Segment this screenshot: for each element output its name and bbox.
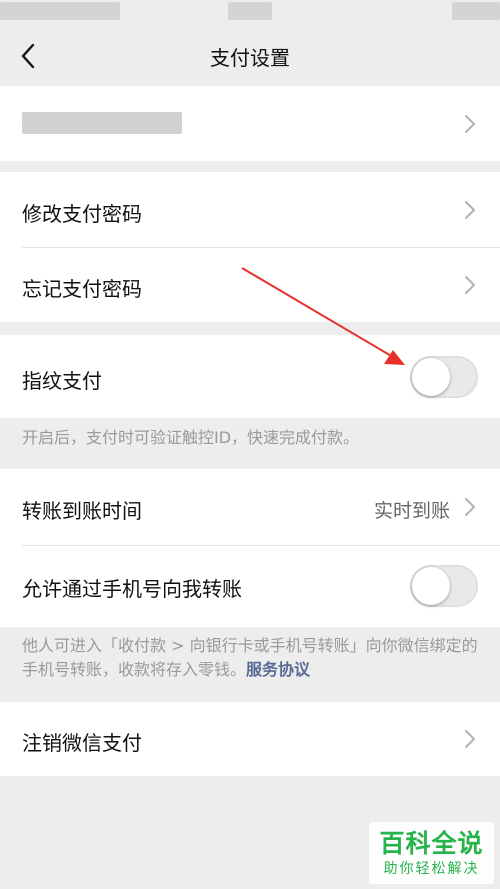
chevron-right-icon bbox=[465, 276, 475, 294]
watermark-title: 百科全说 bbox=[379, 829, 484, 858]
status-bar bbox=[0, 0, 500, 28]
phone-transfer-label: 允许通过手机号向我转账 bbox=[22, 577, 242, 601]
chevron-right-icon bbox=[465, 498, 475, 516]
page-title: 支付设置 bbox=[210, 46, 290, 70]
cancel-wechat-pay-cell[interactable]: 注销微信支付 bbox=[0, 702, 500, 776]
phone-transfer-cell: 允许通过手机号向我转账 bbox=[0, 546, 500, 627]
transfer-group: 转账到账时间 实时到账 允许通过手机号向我转账 bbox=[0, 469, 500, 627]
fingerprint-toggle[interactable] bbox=[410, 356, 478, 398]
service-agreement-link[interactable]: 服务协议 bbox=[246, 660, 310, 679]
status-bar-blur-right bbox=[452, 2, 500, 20]
nav-bar: 支付设置 bbox=[0, 28, 500, 86]
fingerprint-note: 开启后，支付时可验证触控ID，快速完成付款。 bbox=[22, 428, 360, 447]
account-cell[interactable] bbox=[0, 86, 500, 161]
fingerprint-group: 指纹支付 bbox=[0, 335, 500, 418]
chevron-right-icon bbox=[465, 730, 475, 748]
chevron-right-icon bbox=[465, 115, 475, 133]
watermark-subtitle: 助你轻松解决 bbox=[383, 861, 480, 877]
change-password-cell[interactable]: 修改支付密码 bbox=[0, 172, 500, 247]
status-bar-blur-center bbox=[228, 2, 272, 20]
change-password-label: 修改支付密码 bbox=[22, 202, 142, 226]
fingerprint-label: 指纹支付 bbox=[22, 369, 102, 393]
arrival-time-value: 实时到账 bbox=[373, 500, 450, 522]
watermark-logo: 百科全说 助你轻松解决 bbox=[369, 822, 494, 884]
arrival-time-cell[interactable]: 转账到账时间 实时到账 bbox=[0, 469, 500, 545]
account-blurred-text bbox=[22, 112, 182, 134]
forgot-password-cell[interactable]: 忘记支付密码 bbox=[0, 248, 500, 322]
chevron-right-icon bbox=[465, 201, 475, 219]
toggle-knob bbox=[412, 567, 450, 605]
account-group bbox=[0, 86, 500, 161]
cancel-group: 注销微信支付 bbox=[0, 702, 500, 776]
toggle-knob bbox=[412, 358, 450, 396]
password-group: 修改支付密码 忘记支付密码 bbox=[0, 172, 500, 322]
forgot-password-label: 忘记支付密码 bbox=[22, 277, 142, 301]
status-bar-blur-left bbox=[0, 2, 120, 20]
cancel-wechat-pay-label: 注销微信支付 bbox=[22, 731, 142, 755]
arrival-time-label: 转账到账时间 bbox=[22, 499, 142, 523]
fingerprint-cell: 指纹支付 bbox=[0, 335, 500, 418]
phone-transfer-note: 他人可进入「收付款 > 向银行卡或手机号转账」向你微信绑定的手机号转账，收款将存… bbox=[22, 634, 478, 682]
phone-transfer-toggle[interactable] bbox=[410, 565, 478, 607]
